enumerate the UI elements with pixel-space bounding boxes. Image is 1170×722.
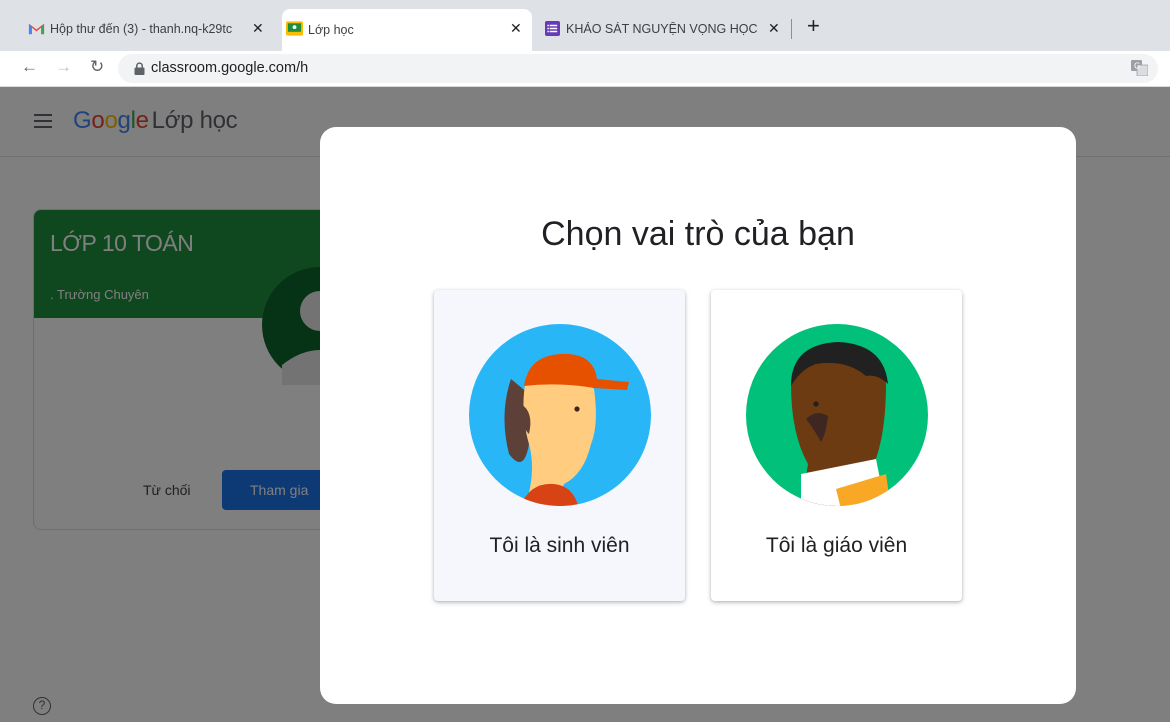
close-tab-icon[interactable]: ✕ — [510, 20, 522, 37]
tab-gmail[interactable]: Hộp thư đến (3) - thanh.nq-k29tc ✕ — [24, 9, 274, 49]
forward-icon[interactable]: → — [55, 57, 72, 77]
teacher-role-option[interactable]: Tôi là giáo viên — [711, 290, 962, 601]
tab-forms[interactable]: KHẢO SÁT NGUYỆN VỌNG HỌC ✕ — [540, 9, 790, 49]
student-role-option[interactable]: Tôi là sinh viên — [434, 290, 685, 601]
lock-icon[interactable] — [134, 62, 145, 75]
browser-toolbar: ← → ↻ classroom.google.com/h G — [0, 51, 1170, 87]
classroom-icon — [286, 21, 303, 36]
tab-title: Lớp học — [308, 23, 354, 37]
url-text: classroom.google.com/h — [151, 60, 309, 76]
close-tab-icon[interactable]: ✕ — [252, 20, 264, 37]
teacher-avatar-icon — [746, 324, 928, 506]
dialog-title: Chọn vai trò của bạn — [541, 215, 855, 253]
student-avatar-icon — [469, 324, 651, 506]
choose-role-dialog: Chọn vai trò của bạn Tôi là sinh viên Tô… — [320, 127, 1076, 704]
teacher-role-label: Tôi là giáo viên — [765, 534, 908, 557]
tab-title: Hộp thư đến (3) - thanh.nq-k29tc — [50, 22, 233, 36]
student-role-label: Tôi là sinh viên — [489, 534, 630, 557]
forms-icon — [545, 21, 560, 36]
close-tab-icon[interactable]: ✕ — [768, 20, 780, 37]
gmail-icon — [28, 23, 45, 35]
address-bar[interactable]: classroom.google.com/h G — [118, 54, 1158, 83]
svg-text:G: G — [1134, 62, 1140, 71]
tab-separator — [791, 19, 792, 39]
tab-classroom[interactable]: Lớp học ✕ — [282, 9, 532, 51]
new-tab-button[interactable]: + — [807, 13, 820, 39]
back-icon[interactable]: ← — [21, 57, 38, 77]
reload-icon[interactable]: ↻ — [90, 57, 104, 77]
browser-tab-strip: Hộp thư đến (3) - thanh.nq-k29tc ✕ Lớp h… — [0, 0, 1170, 51]
translate-icon[interactable]: G — [1131, 60, 1148, 76]
tab-title: KHẢO SÁT NGUYỆN VỌNG HỌC — [566, 22, 758, 36]
